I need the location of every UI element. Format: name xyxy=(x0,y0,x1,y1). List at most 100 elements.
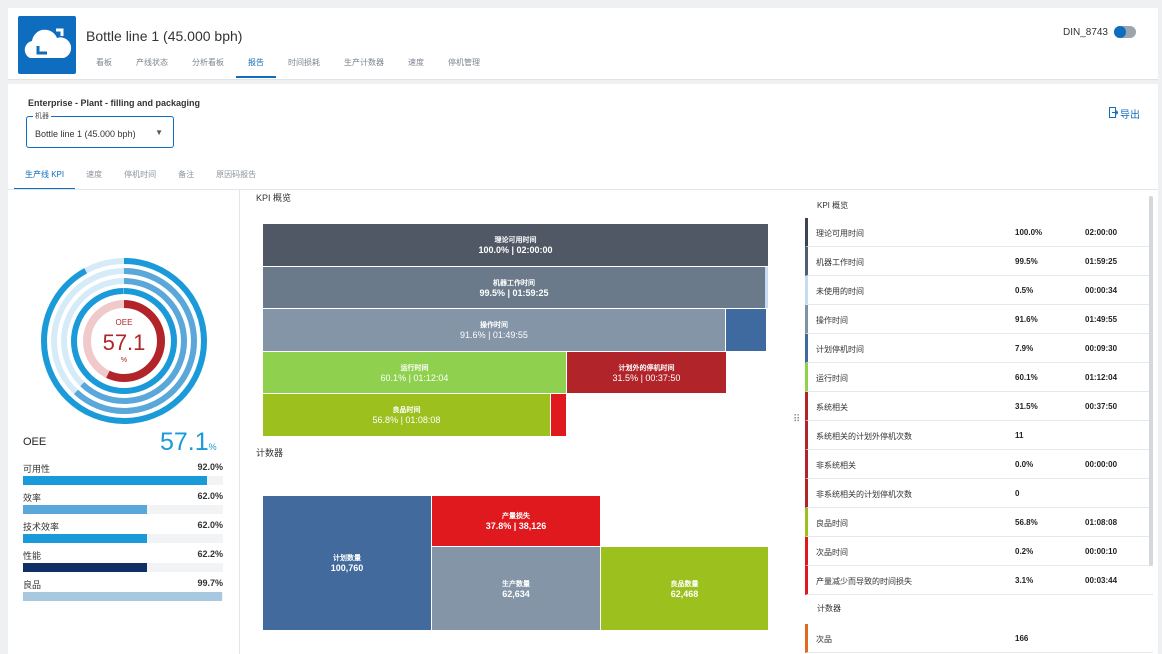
row-name: 良品时间 xyxy=(816,519,848,528)
table-row[interactable]: 次品时间 0.2% 00:00:10 xyxy=(805,537,1153,566)
row-name: 系统相关 xyxy=(816,403,848,412)
row-time: 00:03:44 xyxy=(1085,576,1118,585)
kpi-chart-panel: KPI 概览 理论可用时间 100.0% | 02:00:00 机器工作时间 99.… xyxy=(242,190,804,654)
row-time: 00:09:30 xyxy=(1085,344,1118,353)
row-percent: 3.1% xyxy=(1015,576,1034,585)
oee-gauge: OEE 57.1 % xyxy=(38,255,210,432)
subtab-downtime[interactable]: 停机时间 xyxy=(113,168,167,190)
block-unplanned-downtime[interactable]: 计划外的停机时间 31.5% | 00:37:50 xyxy=(567,352,726,393)
table-counter-header: 计数器 xyxy=(817,604,841,613)
row-time: 00:00:10 xyxy=(1085,547,1118,556)
tab-dashboard[interactable]: 看板 xyxy=(84,56,124,78)
row-percent: 100.0% xyxy=(1015,228,1043,237)
row-percent: 166 xyxy=(1015,634,1029,643)
subtab-speed[interactable]: 速度 xyxy=(75,168,113,190)
metric-bar xyxy=(23,563,148,572)
table-row[interactable]: 计划停机时间 7.9% 00:09:30 xyxy=(805,334,1153,363)
block-production-loss[interactable]: 产量损失 37.8% | 38,126 xyxy=(432,496,600,546)
machine-select[interactable]: 机器 Bottle line 1 (45.000 bph) ▼ xyxy=(26,111,174,148)
row-name: 非系统相关 xyxy=(816,461,856,470)
tab-speed[interactable]: 速度 xyxy=(396,56,436,78)
machine-select-label: 机器 xyxy=(33,111,51,121)
table-row[interactable]: 运行时间 60.1% 01:12:04 xyxy=(805,363,1153,392)
row-percent: 91.6% xyxy=(1015,315,1038,324)
export-button[interactable]: 导出 xyxy=(1109,106,1140,121)
drag-handle-icon[interactable]: ⠿ xyxy=(793,414,800,425)
subtab-notes[interactable]: 备注 xyxy=(167,168,205,190)
gauge-value: 57.1 xyxy=(103,330,146,355)
table-row[interactable]: 次品 166 xyxy=(805,624,1153,653)
metric-bar xyxy=(23,592,223,601)
block-good-time[interactable]: 良品时间 56.8% | 01:08:08 xyxy=(263,394,550,436)
table-scrollbar[interactable] xyxy=(1149,196,1153,566)
row-time: 01:49:55 xyxy=(1085,315,1118,324)
row-time: 01:08:08 xyxy=(1085,518,1118,527)
block-theoretical-time[interactable]: 理论可用时间 100.0% | 02:00:00 xyxy=(263,224,768,266)
app-header: Bottle line 1 (45.000 bph) DIN_8743 看板 产… xyxy=(8,8,1158,80)
oee-value: 57.1% xyxy=(160,428,217,456)
oee-panel: OEE 57.1 % OEE 57.1% 可用性 92.0% 效率 62.0% 技术… xyxy=(8,190,240,654)
block-good-quantity[interactable]: 良品数量 62,468 xyxy=(601,547,768,630)
row-percent: 60.1% xyxy=(1015,373,1038,382)
page-title: Bottle line 1 (45.000 bph) xyxy=(86,28,243,44)
metric-bar xyxy=(23,534,147,543)
kpi-table: KPI 概览 理论可用时间 100.0% 02:00:00 机器工作时间 99.5% 01… xyxy=(805,190,1155,654)
row-name: 系统相关的计划外停机次数 xyxy=(816,432,912,441)
row-percent: 31.5% xyxy=(1015,402,1038,411)
export-label: 导出 xyxy=(1120,110,1140,121)
block-planned-quantity[interactable]: 计划数量 100,760 xyxy=(263,496,431,630)
tab-report[interactable]: 报告 xyxy=(236,56,276,78)
toggle-switch[interactable] xyxy=(1114,26,1136,38)
block-defect-time[interactable] xyxy=(551,394,566,436)
oee-label: OEE xyxy=(23,436,47,448)
block-planned-downtime[interactable] xyxy=(726,309,766,351)
block-produced-quantity[interactable]: 生产数量 62,634 xyxy=(432,547,600,630)
table-row[interactable]: 非系统相关 0.0% 00:00:00 xyxy=(805,450,1153,479)
table-row[interactable]: 未使用的时间 0.5% 00:00:34 xyxy=(805,276,1153,305)
subtab-line-kpi[interactable]: 生产线 KPI xyxy=(14,168,76,190)
row-percent: 0.5% xyxy=(1015,286,1034,295)
row-name: 产量减少而导致的时间损失 xyxy=(816,577,912,586)
block-operating-time[interactable]: 操作时间 91.6% | 01:49:55 xyxy=(263,309,725,351)
main-tabs: 看板 产线状态 分析看板 报告 时间损耗 生产计数器 速度 停机管理 xyxy=(84,56,492,80)
kpi-overview-title: KPI 概览 xyxy=(256,193,292,203)
row-time: 02:00:00 xyxy=(1085,228,1118,237)
table-row[interactable]: 系统相关的计划外停机次数 11 xyxy=(805,421,1153,450)
row-time: 01:12:04 xyxy=(1085,373,1118,382)
tab-analysis[interactable]: 分析看板 xyxy=(180,56,236,78)
row-percent: 0.0% xyxy=(1015,460,1034,469)
user-toggle[interactable]: DIN_8743 xyxy=(1063,26,1136,38)
row-name: 计划停机时间 xyxy=(816,345,864,354)
row-name: 次品 xyxy=(816,635,832,644)
block-machine-time[interactable]: 机器工作时间 99.5% | 01:59:25 xyxy=(263,267,765,308)
row-percent: 0 xyxy=(1015,489,1020,498)
tab-downtime[interactable]: 停机管理 xyxy=(436,56,492,78)
tab-counters[interactable]: 生产计数器 xyxy=(332,56,396,78)
tab-time-loss[interactable]: 时间损耗 xyxy=(276,56,332,78)
subtab-reason-codes[interactable]: 原因码报告 xyxy=(205,168,267,190)
row-percent: 11 xyxy=(1015,431,1024,440)
table-row[interactable]: 操作时间 91.6% 01:49:55 xyxy=(805,305,1153,334)
cloud-logo-icon xyxy=(18,16,76,74)
row-percent: 0.2% xyxy=(1015,547,1034,556)
machine-select-value: Bottle line 1 (45.000 bph) xyxy=(35,129,136,139)
row-name: 非系统相关的计划停机次数 xyxy=(816,490,912,499)
user-name: DIN_8743 xyxy=(1062,26,1108,38)
block-unused-time[interactable] xyxy=(765,267,768,308)
row-name: 运行时间 xyxy=(816,374,848,383)
table-row[interactable]: 非系统相关的计划停机次数 0 xyxy=(805,479,1153,508)
table-row[interactable]: 系统相关 31.5% 00:37:50 xyxy=(805,392,1153,421)
row-percent: 56.8% xyxy=(1015,518,1038,527)
counter-title: 计数器 xyxy=(256,448,284,458)
row-time: 01:59:25 xyxy=(1085,257,1118,266)
metric-bar xyxy=(23,505,147,514)
table-row[interactable]: 机器工作时间 99.5% 01:59:25 xyxy=(805,247,1153,276)
table-row[interactable]: 产量减少而导致的时间损失 3.1% 00:03:44 xyxy=(805,566,1153,595)
row-time: 00:00:00 xyxy=(1085,460,1118,469)
block-run-time[interactable]: 运行时间 60.1% | 01:12:04 xyxy=(263,352,566,393)
row-percent: 99.5% xyxy=(1015,257,1038,266)
tab-line-status[interactable]: 产线状态 xyxy=(124,56,180,78)
caret-down-icon: ▼ xyxy=(155,128,163,137)
table-row[interactable]: 理论可用时间 100.0% 02:00:00 xyxy=(805,218,1153,247)
table-row[interactable]: 良品时间 56.8% 01:08:08 xyxy=(805,508,1153,537)
